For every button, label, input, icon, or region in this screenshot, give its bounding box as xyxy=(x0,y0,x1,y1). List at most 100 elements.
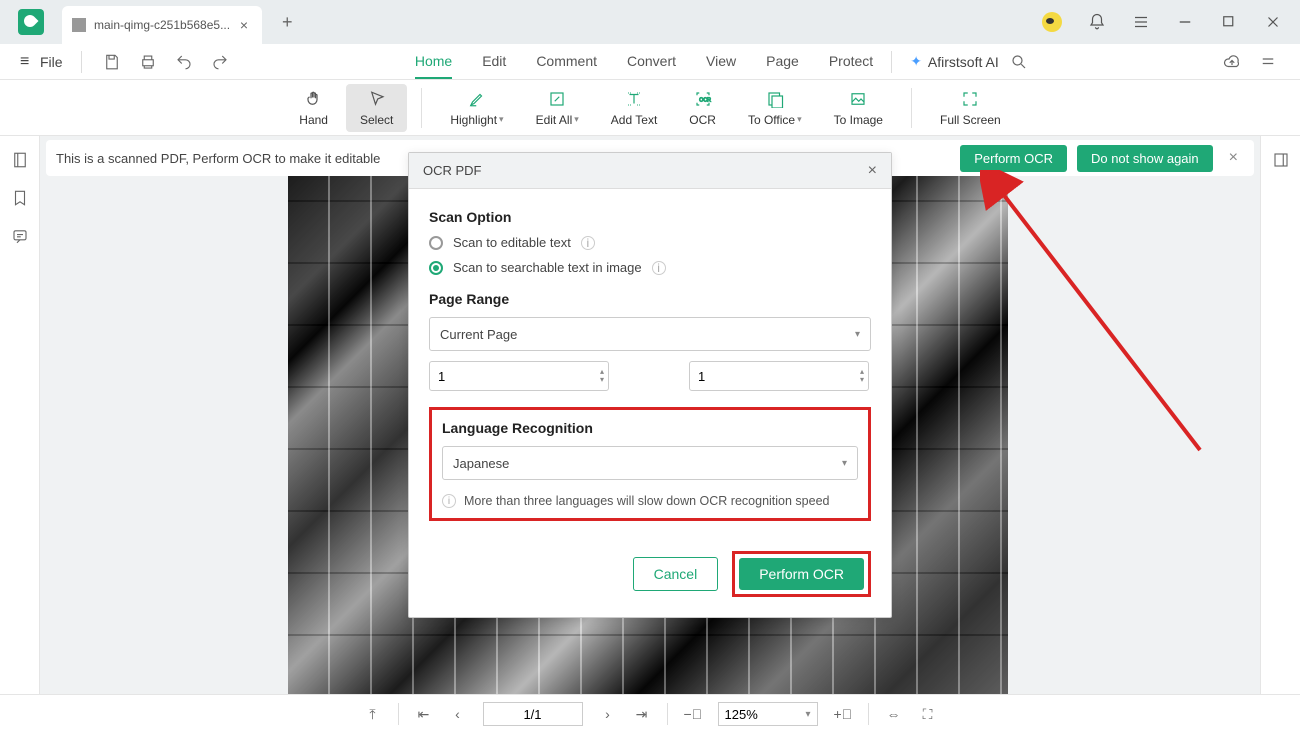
bell-icon[interactable] xyxy=(1088,13,1106,31)
perform-button-highlight: Perform OCR xyxy=(732,551,871,597)
hand-tool-button[interactable]: Hand xyxy=(285,84,342,132)
page-to-value: 1 xyxy=(698,369,705,384)
edit-all-button[interactable]: Edit All▾ xyxy=(522,84,593,132)
banner-perform-ocr-button[interactable]: Perform OCR xyxy=(960,145,1067,172)
avatar-icon[interactable] xyxy=(1042,12,1062,32)
to-image-button[interactable]: To Image xyxy=(820,84,897,132)
zoom-out-icon[interactable]: −⃝ xyxy=(684,706,702,722)
print-icon[interactable] xyxy=(138,52,158,72)
language-value: Japanese xyxy=(453,456,509,471)
close-window-icon[interactable] xyxy=(1264,13,1282,31)
page-to-input[interactable]: 1▴▾ xyxy=(689,361,869,391)
info-icon: i xyxy=(442,494,456,508)
maximize-icon[interactable] xyxy=(1220,13,1238,31)
fit-width-icon[interactable]: ⇔ xyxy=(885,706,903,722)
collapse-icon[interactable] xyxy=(1258,52,1278,72)
fit-page-icon[interactable]: ⛶ xyxy=(919,706,937,723)
ai-label: Afirstsoft AI xyxy=(928,54,999,70)
cloud-icon[interactable] xyxy=(1222,52,1242,72)
comment-icon[interactable] xyxy=(10,226,30,246)
app-logo xyxy=(18,9,44,35)
file-menu-button[interactable]: File xyxy=(14,49,69,75)
hamburger-icon xyxy=(20,53,34,71)
hand-label: Hand xyxy=(299,113,328,127)
language-select[interactable]: Japanese xyxy=(442,446,858,480)
select-tool-button[interactable]: Select xyxy=(346,84,407,132)
banner-dont-show-button[interactable]: Do not show again xyxy=(1077,145,1213,172)
ocr-label: OCR xyxy=(689,113,716,127)
scan-editable-radio[interactable]: Scan to editable text i xyxy=(429,235,871,250)
dialog-header[interactable]: OCR PDF × xyxy=(409,153,891,189)
highlight-button[interactable]: Highlight▾ xyxy=(436,84,517,132)
right-sidebar xyxy=(1260,136,1300,694)
to-office-button[interactable]: To Office▾ xyxy=(734,84,816,132)
add-tab-button[interactable]: + xyxy=(282,12,293,33)
page-range-select[interactable]: Current Page xyxy=(429,317,871,351)
hand-icon xyxy=(305,89,323,109)
banner-close-icon[interactable]: × xyxy=(1223,149,1244,167)
to-office-label: To Office▾ xyxy=(748,113,802,127)
full-screen-button[interactable]: Full Screen xyxy=(926,84,1015,132)
tab-page[interactable]: Page xyxy=(766,44,799,79)
dialog-title: OCR PDF xyxy=(423,163,868,178)
zoom-select[interactable]: 125% xyxy=(718,702,818,726)
scroll-top-icon[interactable]: ⤒ xyxy=(364,706,382,723)
page-range-label: Page Range xyxy=(429,291,871,307)
add-text-label: Add Text xyxy=(611,113,657,127)
tab-view[interactable]: View xyxy=(706,44,736,79)
zoom-in-icon[interactable]: +⃝ xyxy=(834,706,852,722)
next-page-icon[interactable]: › xyxy=(599,706,617,722)
tab-convert[interactable]: Convert xyxy=(627,44,676,79)
ocr-icon: OCR xyxy=(694,89,712,109)
tab-protect[interactable]: Protect xyxy=(829,44,873,79)
page-from-value: 1 xyxy=(438,369,445,384)
document-tab[interactable]: main-qimg-c251b568e5... × xyxy=(62,6,262,44)
scan-searchable-label: Scan to searchable text in image xyxy=(453,260,642,275)
ocr-button[interactable]: OCR OCR xyxy=(675,84,730,132)
info-icon[interactable]: i xyxy=(581,236,595,250)
language-note: iMore than three languages will slow dow… xyxy=(442,494,858,508)
titlebar: main-qimg-c251b568e5... × + xyxy=(0,0,1300,44)
scan-option-label: Scan Option xyxy=(429,209,871,225)
menubar: File Home Edit Comment Convert View Page… xyxy=(0,44,1300,80)
page-from-input[interactable]: 1▴▾ xyxy=(429,361,609,391)
minimize-icon[interactable] xyxy=(1176,13,1194,31)
page-number-input[interactable] xyxy=(483,702,583,726)
edit-icon xyxy=(548,89,566,109)
prev-page-icon[interactable]: ‹ xyxy=(449,706,467,722)
menu-icon[interactable] xyxy=(1132,13,1150,31)
perform-ocr-button[interactable]: Perform OCR xyxy=(739,558,864,590)
last-page-icon[interactable]: ⇥ xyxy=(633,706,651,723)
bookmark-icon[interactable] xyxy=(10,188,30,208)
undo-icon[interactable] xyxy=(174,52,194,72)
main-tabs: Home Edit Comment Convert View Page Prot… xyxy=(415,44,873,79)
panel-toggle-icon[interactable] xyxy=(1271,150,1291,170)
sparkle-icon: ✦ xyxy=(910,53,922,70)
edit-all-label: Edit All▾ xyxy=(536,113,579,127)
tab-home[interactable]: Home xyxy=(415,44,452,79)
tab-comment[interactable]: Comment xyxy=(536,44,597,79)
save-icon[interactable] xyxy=(102,52,122,72)
dialog-close-icon[interactable]: × xyxy=(868,162,877,180)
page-range-value: Current Page xyxy=(440,327,517,342)
add-text-button[interactable]: Add Text xyxy=(597,84,671,132)
office-icon xyxy=(766,89,784,109)
tab-edit[interactable]: Edit xyxy=(482,44,506,79)
full-screen-label: Full Screen xyxy=(940,113,1001,127)
tab-close-icon[interactable]: × xyxy=(236,17,252,33)
tab-title: main-qimg-c251b568e5... xyxy=(94,18,236,32)
fullscreen-icon xyxy=(961,89,979,109)
first-page-icon[interactable]: ⇤ xyxy=(415,706,433,723)
scan-searchable-radio[interactable]: Scan to searchable text in image i xyxy=(429,260,871,275)
cancel-button[interactable]: Cancel xyxy=(633,557,719,591)
highlight-label: Highlight▾ xyxy=(450,113,503,127)
search-icon[interactable] xyxy=(1009,52,1029,72)
image-icon xyxy=(849,89,867,109)
info-icon[interactable]: i xyxy=(652,261,666,275)
ai-button[interactable]: ✦ Afirstsoft AI xyxy=(910,53,999,70)
radio-checked-icon xyxy=(429,261,443,275)
thumbnails-icon[interactable] xyxy=(10,150,30,170)
text-icon xyxy=(625,89,643,109)
toolbar: Hand Select Highlight▾ Edit All▾ Add Tex… xyxy=(0,80,1300,136)
redo-icon[interactable] xyxy=(210,52,230,72)
